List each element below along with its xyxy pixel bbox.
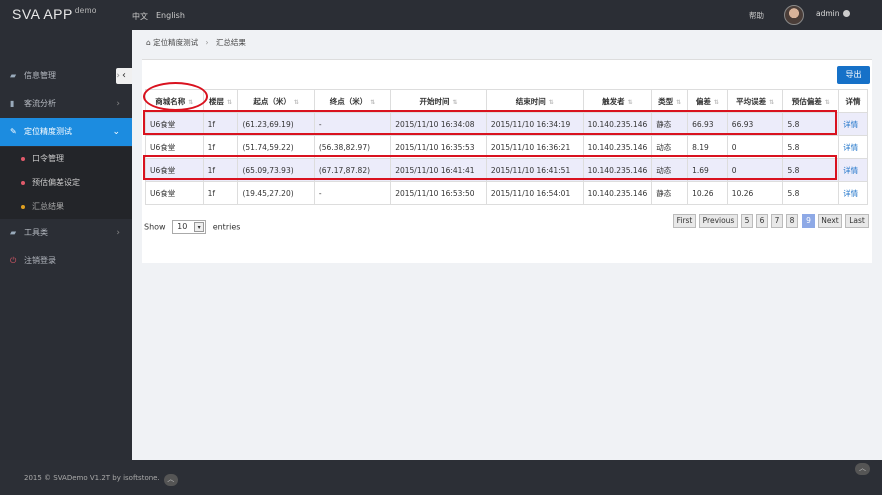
pager-first-button[interactable]: First [673,214,696,228]
cell-deviation: 10.26 [687,181,728,205]
scroll-to-top-button[interactable]: ︿ [855,463,870,475]
cell-start-point: (19.45,27.20) [237,181,315,205]
cell-end-time: 2015/11/10 16:54:01 [485,181,584,205]
cell-trigger: 10.140.235.146 [582,181,653,205]
sidebar-item-label: 定位精度测试 [24,127,72,136]
sidebar-subitem-password[interactable]: 口令管理 [0,147,132,171]
sidebar-item-tools[interactable]: ▰ 工具类 › [0,219,132,247]
sidebar-item-traffic-analysis[interactable]: ▮ 客流分析 › [0,90,132,118]
chevron-right-icon: › [116,71,120,81]
edit-icon: ✎ [10,127,17,136]
sidebar-subitem-summary[interactable]: 汇总结果 [0,195,132,219]
bullet-icon [21,157,25,161]
sidebar-subitem-deviation-setting[interactable]: 预估偏差设定 [0,171,132,195]
sidebar-item-label: 信息管理 [24,71,56,80]
chevron-down-icon [842,10,850,17]
sidebar-item-logout[interactable]: ⏻ 注销登录 [0,247,132,275]
cell-start-time: 2015/11/10 16:53:50 [390,181,487,205]
pager-page-button[interactable]: 8 [786,214,798,228]
pager-page-button[interactable]: 5 [741,214,753,228]
export-button[interactable]: 导出 [837,66,870,84]
folder-icon: ▰ [10,71,17,80]
sidebar-item-label: 工具类 [24,228,48,237]
sidebar-subitem-label: 口令管理 [32,154,64,163]
cell-mall: U6食堂 [145,181,204,205]
length-control: Show 10 ▾ entries [144,220,240,234]
pager-page-button[interactable]: 7 [771,214,783,228]
home-icon: ⌂ [146,38,151,47]
sidebar-item-positioning-test[interactable]: ✎ 定位精度测试 ⌄ [0,118,132,146]
annotation-box [143,110,837,135]
annotation-oval [143,82,208,111]
pager-previous-button[interactable]: Previous [699,214,738,228]
results-table: 商城名称 ⇅ 楼层 ⇅ 起点（米） ⇅ 终点（米） ⇅ 开始时间 ⇅ 结束时间 ⇅ 触发者 ⇅… [145,89,868,205]
power-icon: ⏻ [10,256,17,265]
chevron-right-icon: › [205,38,209,47]
user-name: admin [816,9,840,18]
footer-text: 2015 © SVADemo V1.2T by isoftstone. [24,474,160,482]
annotation-box [143,155,837,180]
chevron-up-icon[interactable]: ︿ [163,474,178,486]
chevron-right-icon: › [116,228,120,238]
bar-chart-icon: ▮ [10,99,15,108]
chevron-up-icon: ︿ [859,464,866,472]
cell-avg-error: 10.26 [726,181,784,205]
entries-label: entries [212,222,241,232]
lang-chinese-link[interactable]: 中文 [132,11,148,22]
breadcrumb-current: 汇总结果 [215,38,246,47]
bullet-icon [21,181,25,185]
lang-english-link[interactable]: English [156,11,185,20]
detail-link[interactable]: 详情 [838,181,868,205]
detail-link[interactable]: 详情 [838,112,868,136]
cell-floor: 1f [202,181,239,205]
footer: 2015 © SVADemo V1.2T by isoftstone. ︿ [24,474,178,486]
avatar[interactable] [784,5,804,25]
help-link[interactable]: 帮助 [749,10,764,21]
cell-est-deviation: 5.8 [782,181,840,205]
user-menu[interactable]: admin [816,9,850,18]
breadcrumb-parent[interactable]: 定位精度测试 [153,38,198,47]
sidebar-subitem-label: 汇总结果 [32,202,64,211]
chevron-right-icon: › [116,99,120,109]
pager-page-button[interactable]: 6 [756,214,768,228]
column-header-detail: 详情 [838,89,868,113]
folder-icon: ▰ [10,228,17,237]
page-length-select[interactable]: 10 ▾ [172,220,207,234]
sidebar-item-label: 客流分析 [24,99,56,108]
sidebar: ‹ ▰ 信息管理 › ▮ 客流分析 › ✎ 定位精度测试 ⌄ 口令管理 预估偏差… [0,30,132,460]
detail-link[interactable]: 详情 [838,135,868,159]
sidebar-subitem-label: 预估偏差设定 [32,178,80,187]
chevron-down-icon: ⌄ [112,127,120,137]
pager-current-page[interactable]: 9 [802,214,815,228]
chevron-down-icon: ▾ [194,222,205,232]
pager-last-button[interactable]: Last [845,214,869,228]
table-row: U6食堂 1f (19.45,27.20) - 2015/11/10 16:53… [145,181,868,205]
app-logo[interactable]: SVA APP demo [12,6,97,22]
detail-link[interactable]: 详情 [838,158,868,182]
sidebar-item-label: 注销登录 [24,256,56,265]
cell-end-point: - [313,181,392,205]
breadcrumb: ⌂ 定位精度测试 › 汇总结果 [146,37,246,48]
pager-next-button[interactable]: Next [818,214,842,228]
show-label: Show [144,222,166,232]
top-bar: SVA APP demo 中文 English 帮助 admin [0,0,882,30]
cell-type: 静态 [651,181,689,205]
sidebar-item-info-management[interactable]: ▰ 信息管理 › [0,62,132,90]
bullet-icon [21,205,25,209]
